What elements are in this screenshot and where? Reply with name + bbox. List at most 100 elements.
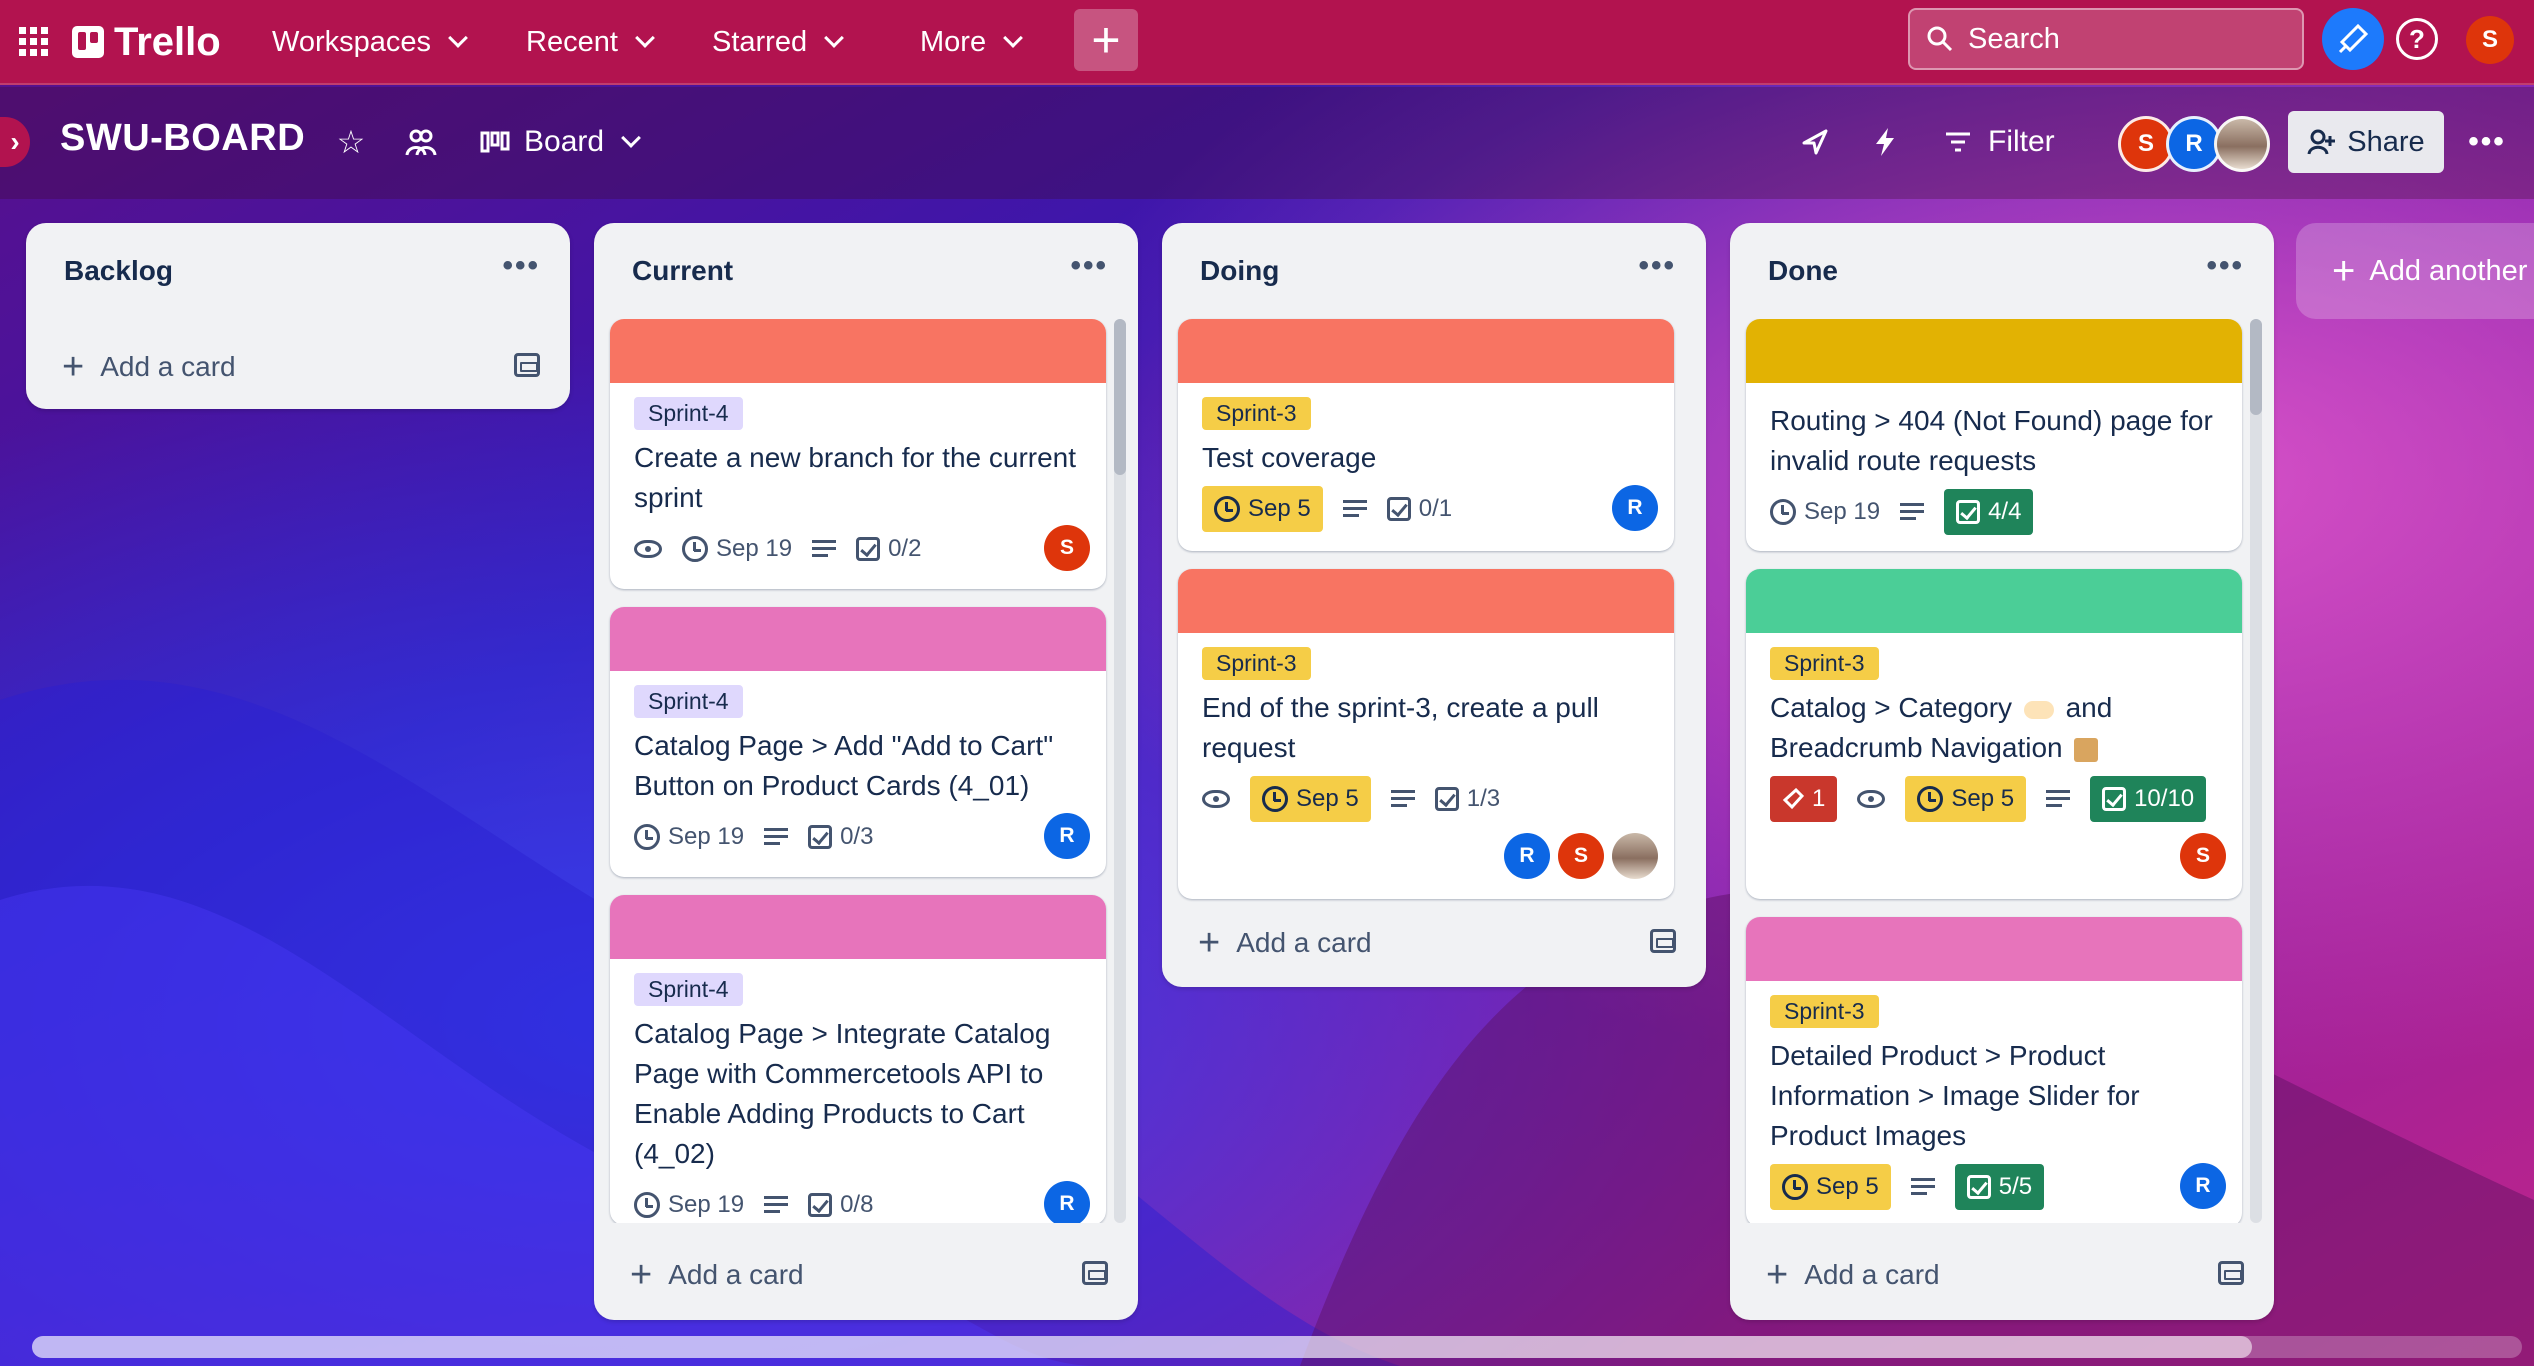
watching-badge [1857,776,1886,822]
notifications-button[interactable] [2322,8,2384,70]
card[interactable]: Sprint-3 Test coverage Sep 5 0/1 R [1178,319,1674,551]
card-member-avatar-photo[interactable] [1612,833,1658,879]
chevron-down-icon [1003,28,1023,48]
starred-menu[interactable]: Starred [698,18,855,66]
create-button[interactable]: + [1074,9,1138,71]
list-scrollbar[interactable] [2250,319,2262,1223]
card-cover [1178,319,1674,383]
list-menu-button[interactable]: ••• [502,249,540,283]
card-member-avatar[interactable]: R [1612,485,1658,531]
workspaces-menu[interactable]: Workspaces [258,18,479,66]
card-member-avatar[interactable]: R [1044,813,1090,859]
star-icon[interactable]: ☆ [326,117,376,167]
automation-icon[interactable] [1860,117,1910,167]
checklist-count: 5/5 [1998,1173,2033,1200]
card[interactable]: Sprint-3 End of the sprint-3, create a p… [1178,569,1674,899]
list-title[interactable]: Current [632,255,733,287]
card[interactable]: Sprint-4 Catalog Page > Add "Add to Cart… [610,607,1106,877]
due-date-badge[interactable]: Sep 5 [1202,486,1323,532]
card-label[interactable]: Sprint-4 [634,397,743,430]
card[interactable]: Routing > 404 (Not Found) page for inval… [1746,319,2242,551]
board-title[interactable]: SWU-BOARD [60,117,305,160]
checklist-badge: 5/5 [1954,1164,2045,1210]
list-title[interactable]: Backlog [64,255,173,287]
list-menu-button[interactable]: ••• [1638,249,1676,283]
card-template-icon[interactable] [1650,929,1676,953]
add-card-button[interactable]: + Add a card [50,339,540,395]
list-menu-button[interactable]: ••• [2206,249,2244,283]
scrollbar-thumb[interactable] [1114,319,1126,475]
more-menu[interactable]: More [906,18,1034,66]
board-members[interactable]: S R [2118,115,2270,173]
visibility-icon[interactable] [396,117,446,167]
recent-label: Recent [526,25,618,58]
due-date-badge[interactable]: Sep 19 [634,1182,744,1223]
board-view-switcher[interactable]: Board [470,117,648,167]
card-title: Catalog Page > Add "Add to Cart" Button … [634,730,1054,801]
card-label[interactable]: Sprint-3 [1202,647,1311,680]
scrollbar-thumb[interactable] [2250,319,2262,415]
due-date-badge[interactable]: Sep 19 [634,814,744,860]
card[interactable]: Sprint-4 Create a new branch for the cur… [610,319,1106,589]
card-title: Routing > 404 (Not Found) page for inval… [1770,405,2213,476]
scrollbar-thumb[interactable] [32,1336,2252,1358]
card-member-avatar[interactable]: S [1558,833,1604,879]
card-title: Catalog > Category and Breadcrumb Naviga… [1770,688,2218,768]
due-date-badge[interactable]: Sep 19 [1770,489,1880,535]
card-member-avatar[interactable]: R [1044,1181,1090,1223]
due-date-badge[interactable]: Sep 5 [1770,1164,1891,1210]
member-avatar-photo[interactable] [2214,116,2270,172]
card[interactable]: Sprint-4 Catalog Page > Integrate Catalo… [610,895,1106,1223]
votes-badge[interactable]: 1 [1770,776,1838,822]
user-avatar[interactable]: S [2466,16,2514,64]
description-badge [1910,1164,1935,1210]
card-cover [1746,569,2242,633]
card-template-icon[interactable] [514,353,540,377]
list-title[interactable]: Done [1768,255,1838,287]
card-member-avatar[interactable]: R [1504,833,1550,879]
card-member-avatar[interactable]: S [2180,833,2226,879]
help-icon[interactable]: ? [2396,18,2438,60]
power-ups-icon[interactable] [1790,117,1840,167]
due-date-badge[interactable]: Sep 5 [1905,776,2027,822]
description-badge [2046,776,2071,822]
sidebar-toggle-button[interactable]: › [0,117,30,167]
recent-menu[interactable]: Recent [512,18,666,66]
search-box[interactable] [1908,8,2304,70]
chevron-down-icon [448,28,468,48]
card-member-avatar[interactable]: R [2180,1163,2226,1209]
due-date-badge[interactable]: Sep 19 [682,526,792,572]
card-label[interactable]: Sprint-4 [634,685,743,718]
card-member-avatar[interactable]: S [1044,525,1090,571]
list-scrollbar[interactable] [1114,319,1126,1223]
add-card-button[interactable]: + Add a card [1186,915,1676,971]
trello-logo[interactable]: Trello [72,14,221,70]
board-menu-button[interactable]: ••• [2462,117,2512,167]
card-label[interactable]: Sprint-3 [1770,995,1879,1028]
list-menu-button[interactable]: ••• [1070,249,1108,283]
add-list-button[interactable]: + Add another [2296,223,2534,319]
board-horizontal-scrollbar[interactable] [32,1336,2522,1358]
top-nav-bar: Trello Workspaces Recent Starred More + … [0,0,2534,85]
list-cards: Routing > 404 (Not Found) page for inval… [1730,319,2250,1223]
list-current: Current ••• Sprint-4 Create a new branch… [594,223,1138,1320]
checklist-icon [1434,787,1459,811]
due-date-badge[interactable]: Sep 5 [1250,776,1371,822]
add-card-button[interactable]: + Add a card [618,1247,1108,1303]
list-title[interactable]: Doing [1200,255,1279,287]
card[interactable]: Sprint-3 Detailed Product > Product Info… [1746,917,2242,1223]
description-badge [1390,776,1415,822]
filter-button[interactable]: Filter [1944,117,2055,167]
card-template-icon[interactable] [2218,1261,2244,1285]
description-icon [1342,500,1367,518]
card-label[interactable]: Sprint-4 [634,973,743,1006]
card-label[interactable]: Sprint-3 [1202,397,1311,430]
card[interactable]: Sprint-3 Catalog > Category and Breadcru… [1746,569,2242,899]
add-card-button[interactable]: + Add a card [1754,1247,2244,1303]
card-template-icon[interactable] [1082,1261,1108,1285]
card-label[interactable]: Sprint-3 [1770,647,1879,680]
app-switcher-icon[interactable] [12,20,56,64]
list-cards: Sprint-4 Create a new branch for the cur… [594,319,1114,1223]
search-input[interactable] [1968,22,2288,56]
share-button[interactable]: Share [2288,111,2444,173]
